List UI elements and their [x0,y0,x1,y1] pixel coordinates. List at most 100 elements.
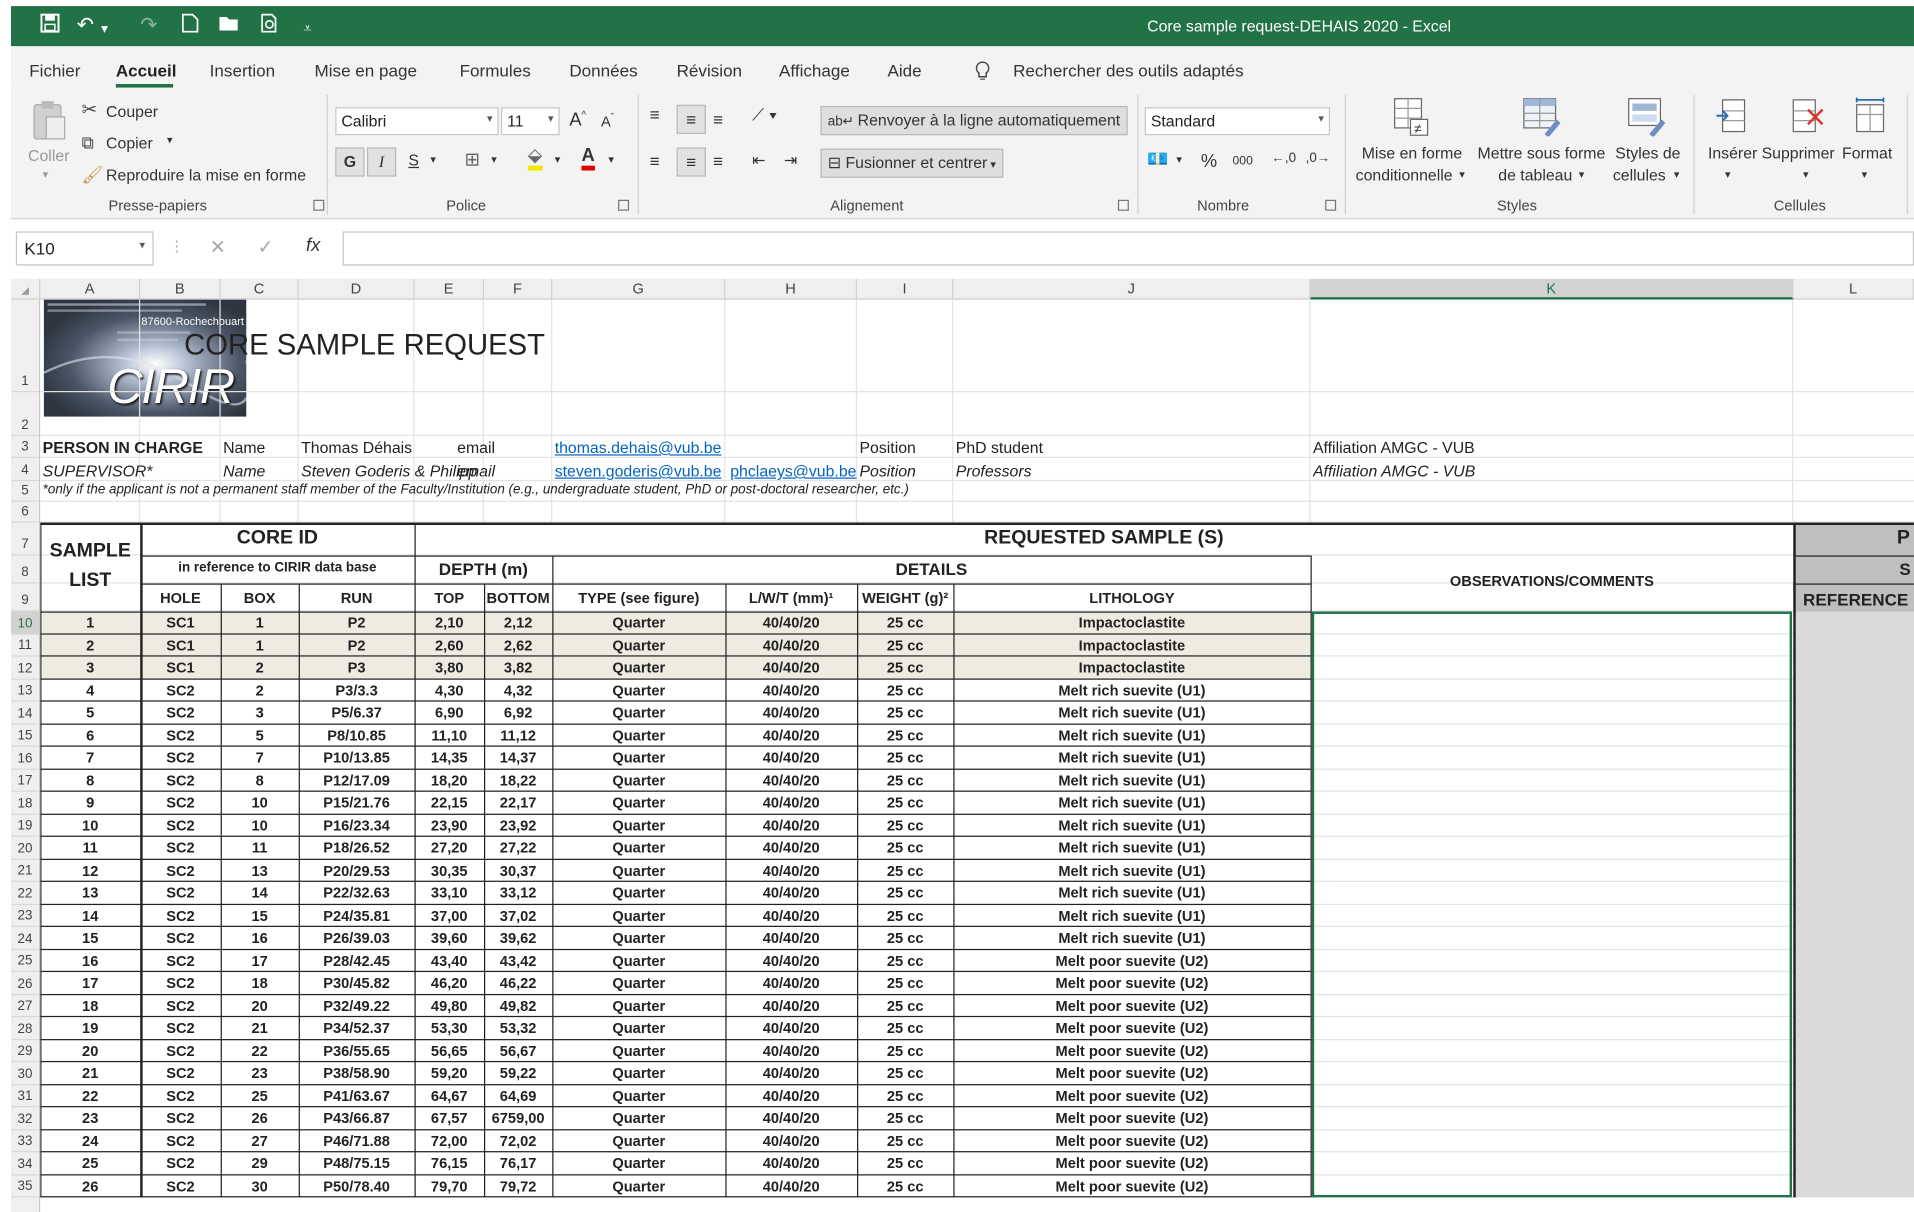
row-header-20[interactable]: 20 [10,837,40,860]
number-format-select[interactable]: Standard ▾ [1144,107,1331,136]
column-header-c[interactable]: C [221,278,299,300]
font-launcher-icon[interactable] [618,199,630,211]
cut-button[interactable]: Couper [106,102,158,120]
conditional-formatting-label-2[interactable]: conditionnelle [1356,166,1453,184]
column-header-e[interactable]: E [414,278,484,300]
conditional-formatting-label-1[interactable]: Mise en forme [1362,144,1462,162]
tab-mise-en-page[interactable]: Mise en page [315,61,417,80]
increase-decimal-icon[interactable]: ←,0 [1272,151,1297,166]
row-header-14[interactable]: 14 [10,702,40,725]
table-row[interactable]: 18 SC2 20 P32/49.22 49,80 49,82 Quarter 40/40/2… [40,995,1310,1018]
font-color-icon[interactable]: A [581,146,595,171]
tab-accueil[interactable]: Accueil [116,61,177,80]
row-header-34[interactable]: 34 [10,1152,40,1175]
bold-button[interactable]: G [335,147,365,177]
underline-button[interactable]: S [408,151,419,169]
column-header-b[interactable]: B [140,278,221,300]
align-center-icon[interactable]: ≡ [676,147,706,177]
format-cells-button[interactable]: Format [1842,144,1892,162]
row-header-7[interactable]: 7 [10,523,40,556]
insert-function-button[interactable]: fx [306,235,320,256]
row-header-18[interactable]: 18 [10,792,40,815]
alignment-launcher-icon[interactable] [1117,199,1129,211]
fill-color-icon[interactable]: ⬙ [527,146,542,171]
align-left-icon[interactable]: ≡ [650,151,660,170]
clipboard-launcher-icon[interactable] [313,199,325,211]
supervisor-email-link-2[interactable]: phclaeys@vub.be [730,462,864,481]
row-header-4[interactable]: 4 [10,458,40,482]
table-row[interactable]: 24 SC2 27 P46/71.88 72,00 72,02 Quarter 40/40/2… [40,1130,1310,1153]
table-row[interactable]: 14 SC2 15 P24/35.81 37,00 37,02 Quarter 40/40/2… [40,904,1310,927]
open-icon[interactable] [218,13,240,39]
supervisor-email-link-1[interactable]: steven.goderis@vub.be [555,462,738,481]
row-header-9[interactable]: 9 [10,583,40,612]
insert-cells-icon[interactable] [1715,97,1749,140]
column-header-g[interactable]: G [552,278,726,300]
row-header-5[interactable]: 5 [10,481,40,502]
conditional-formatting-icon[interactable]: ≠ [1393,97,1430,140]
format-as-table-label-2[interactable]: de tableau [1498,166,1572,184]
row-header-11[interactable]: 11 [10,634,40,657]
chevron-down-icon[interactable]: ▾ [1725,168,1731,181]
row-header-35[interactable]: 35 [10,1175,40,1198]
format-as-table-label-1[interactable]: Mettre sous forme [1478,144,1606,162]
underline-dropdown-icon[interactable]: ▾ [430,153,436,166]
align-right-icon[interactable]: ≡ [713,151,723,170]
table-row[interactable]: 2 SC1 1 P2 2,60 2,62 Quarter 40/40/20 25 cc Impac… [40,634,1310,657]
formula-input[interactable] [342,231,1914,266]
table-row[interactable]: 20 SC2 22 P36/55.65 56,65 56,67 Quarter 40/40/2… [40,1040,1310,1063]
column-header-k[interactable]: K [1310,278,1794,300]
borders-dropdown-icon[interactable]: ▾ [491,153,497,166]
table-row[interactable]: 1 SC1 1 P2 2,10 2,12 Quarter 40/40/20 25 cc Impac… [40,611,1310,634]
row-header-15[interactable]: 15 [10,724,40,747]
delete-cells-icon[interactable] [1791,97,1825,140]
column-header-i[interactable]: I [857,278,954,300]
orientation-icon[interactable]: ⟋ ▾ [752,105,777,126]
paste-icon[interactable] [30,100,67,141]
new-icon[interactable] [182,13,199,39]
selected-cell-k10[interactable] [1311,611,1793,1198]
row-header-32[interactable]: 32 [10,1107,40,1130]
row-header-6[interactable]: 6 [10,502,40,523]
thousands-button[interactable]: 000 [1233,155,1253,168]
table-row[interactable]: 22 SC2 25 P41/63.67 64,67 64,69 Quarter 40/40/2… [40,1085,1310,1108]
align-top-icon[interactable]: ≡ [650,105,660,124]
table-row[interactable]: 12 SC2 13 P20/29.53 30,35 30,37 Quarter 40/40/2… [40,859,1310,882]
table-row[interactable]: 25 SC2 29 P48/75.15 76,15 76,17 Quarter 40/40/2… [40,1152,1310,1175]
fill-color-dropdown-icon[interactable]: ▾ [555,153,561,166]
table-row[interactable]: 6 SC2 5 P8/10.85 11,10 11,12 Quarter 40/40/20 25… [40,724,1310,747]
table-row[interactable]: 19 SC2 21 P34/52.37 53,30 53,32 Quarter 40/40/2… [40,1017,1310,1040]
chevron-down-icon[interactable]: ▾ [1579,168,1585,181]
row-header-16[interactable]: 16 [10,747,40,770]
row-header-27[interactable]: 27 [10,995,40,1018]
row-header-23[interactable]: 23 [10,904,40,927]
cell-styles-label-1[interactable]: Styles de [1615,144,1680,162]
tell-me-search[interactable]: Rechercher des outils adaptés [1013,61,1244,80]
table-row[interactable]: 8 SC2 8 P12/17.09 18,20 18,22 Quarter 40/40/20 2… [40,769,1310,792]
redo-icon[interactable]: ↷ [140,13,157,37]
tab-revision[interactable]: Révision [677,61,742,80]
wrap-text-button[interactable]: ab↵ Renvoyer à la ligne automatiquement [820,105,1128,136]
print-preview-icon[interactable] [260,13,280,39]
row-header-19[interactable]: 19 [10,814,40,837]
chevron-down-icon[interactable]: ▾ [1459,168,1465,181]
row-header-10[interactable]: 10 [10,611,40,635]
percent-button[interactable]: % [1201,151,1217,172]
chevron-down-icon[interactable]: ▾ [1862,168,1868,181]
delete-cells-button[interactable]: Supprimer [1762,144,1835,162]
column-header-h[interactable]: H [725,278,858,300]
row-header-29[interactable]: 29 [10,1040,40,1063]
tab-insertion[interactable]: Insertion [210,61,275,80]
format-cells-icon[interactable] [1852,97,1889,140]
font-name-select[interactable]: Calibri ▾ [335,107,499,136]
table-row[interactable]: 7 SC2 7 P10/13.85 14,35 14,37 Quarter 40/40/20 2… [40,747,1310,770]
save-icon[interactable] [40,13,60,39]
table-row[interactable]: 23 SC2 26 P43/66.87 67,57 6759,00 Quarter 40/40… [40,1107,1310,1130]
tab-aide[interactable]: Aide [888,61,922,80]
undo-dropdown-icon[interactable]: ▾ [101,17,108,41]
customize-icon[interactable]: ⩡ [304,16,312,40]
font-size-select[interactable]: 11 ▾ [501,107,560,136]
currency-icon[interactable]: 💶 [1147,149,1168,170]
name-box[interactable]: K10 ▾ [15,231,154,266]
copy-icon[interactable]: ⧉ [82,132,94,154]
